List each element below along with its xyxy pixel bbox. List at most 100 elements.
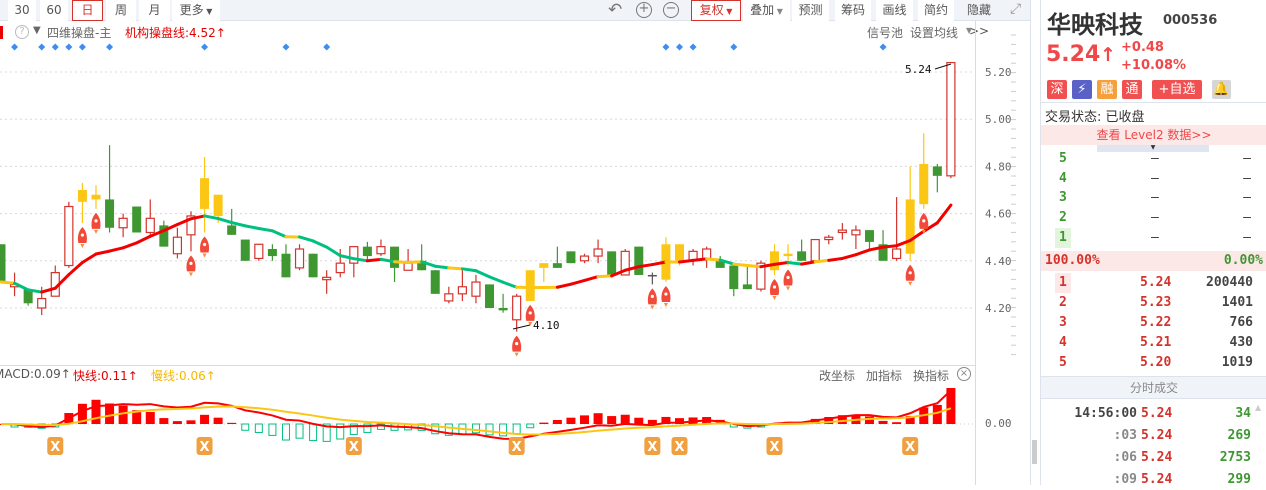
buy-volume: 766 bbox=[1230, 313, 1253, 333]
candle-body bbox=[458, 287, 466, 294]
undo-icon[interactable]: ↶ bbox=[608, 0, 622, 20]
institution-line-segment bbox=[110, 248, 124, 251]
change-axis-button[interactable]: 改坐标 bbox=[819, 367, 855, 384]
hide-button[interactable]: 隐藏>> bbox=[958, 0, 1000, 21]
draw-line-button[interactable]: 画线 bbox=[876, 0, 913, 21]
candle-body bbox=[729, 266, 738, 290]
macd-bar bbox=[310, 424, 317, 441]
sell-ratio: 0.00% bbox=[1224, 251, 1263, 271]
institution-line-segment bbox=[300, 237, 314, 241]
chips-button[interactable]: 筹码 bbox=[835, 0, 871, 21]
forecast-button[interactable]: 预测 bbox=[792, 0, 829, 21]
buy-row: 15.24200440 bbox=[1041, 273, 1266, 293]
x-signal-icon: X bbox=[644, 437, 660, 455]
buy-level: 5 bbox=[1055, 353, 1071, 373]
more-label: 更多 bbox=[180, 3, 204, 17]
macd-bar bbox=[186, 420, 195, 424]
institution-line-segment bbox=[639, 265, 653, 267]
period-60[interactable]: 60 bbox=[40, 0, 68, 21]
institution-line-segment bbox=[774, 262, 788, 264]
period-month[interactable]: 月 bbox=[139, 0, 170, 21]
buy-ratio: 100.00% bbox=[1045, 251, 1100, 271]
kline-chart[interactable]: 5.205.004.804.604.404.205.244.10XXXXXXXX bbox=[0, 21, 1030, 485]
signal-diamond-icon bbox=[65, 44, 72, 51]
rocket-icon bbox=[784, 270, 793, 291]
institution-line-segment bbox=[245, 226, 259, 229]
svg-text:X: X bbox=[905, 440, 915, 455]
period-week[interactable]: 周 bbox=[106, 0, 136, 21]
bell-icon[interactable]: 🔔 bbox=[1212, 80, 1231, 99]
rocket-icon bbox=[78, 227, 87, 248]
sell-volume: — bbox=[1243, 169, 1251, 189]
macd-bar bbox=[527, 424, 534, 428]
candle-body bbox=[703, 249, 711, 258]
x-signal-icon: X bbox=[197, 437, 213, 455]
x-signal-icon: X bbox=[47, 437, 63, 455]
sell-row: 2—— bbox=[1041, 208, 1266, 228]
level2-link[interactable]: 查看 Level2 数据>> bbox=[1041, 125, 1266, 145]
fuquan-label: 复权 bbox=[700, 3, 724, 17]
buy-level: 4 bbox=[1055, 333, 1071, 353]
signal-diamond-icon bbox=[690, 44, 697, 51]
connect-badge[interactable]: 通 bbox=[1122, 80, 1142, 99]
price-axis-label: 5.00 bbox=[985, 113, 1012, 126]
lightning-icon[interactable]: ⚡ bbox=[1072, 80, 1092, 99]
trade-time: :06 bbox=[1114, 448, 1137, 468]
switch-indicator-button[interactable]: 换指标 bbox=[913, 367, 949, 384]
macd-bar bbox=[91, 400, 100, 424]
candle-body bbox=[363, 247, 372, 256]
candle-body bbox=[431, 270, 440, 294]
add-indicator-button[interactable]: 加指标 bbox=[866, 367, 902, 384]
candle-body bbox=[743, 284, 752, 289]
macd-bar bbox=[296, 424, 303, 438]
buy-volume: 430 bbox=[1230, 333, 1253, 353]
chart-toolbar: 30 60 日 周 月 更多 ▼ ↶ + − 复权 ▼ 叠加 ▼ 预测 筹码 画… bbox=[0, 0, 1030, 21]
margin-badge[interactable]: 融 bbox=[1097, 80, 1117, 99]
trade-time: :03 bbox=[1114, 426, 1137, 446]
sell-price: — bbox=[1151, 228, 1159, 248]
splitter[interactable] bbox=[1030, 0, 1040, 485]
institution-line-segment bbox=[272, 231, 286, 237]
simple-button[interactable]: 简约 bbox=[918, 0, 954, 21]
institution-line-segment bbox=[218, 219, 232, 223]
rocket-icon bbox=[91, 213, 100, 234]
close-icon[interactable]: × bbox=[957, 367, 971, 381]
institution-line-segment bbox=[585, 277, 599, 281]
candle-body bbox=[350, 247, 358, 264]
add-watchlist-button[interactable]: +自选 bbox=[1152, 80, 1202, 99]
signal-diamond-icon bbox=[52, 44, 59, 51]
macd-bar bbox=[621, 415, 630, 424]
macd-bar bbox=[472, 424, 479, 433]
period-day[interactable]: 日 bbox=[72, 0, 103, 21]
trade-row: :035.24269 bbox=[1041, 426, 1266, 446]
price-axis-label: 4.60 bbox=[985, 208, 1012, 221]
zoom-in-icon[interactable]: + bbox=[636, 2, 652, 18]
trade-price: 5.24 bbox=[1141, 470, 1172, 490]
buy-row: 25.231401 bbox=[1041, 293, 1266, 313]
stock-name: 华映科技 bbox=[1047, 5, 1143, 40]
more-dropdown[interactable]: 更多 ▼ bbox=[172, 0, 220, 21]
candle-body bbox=[404, 263, 412, 270]
fullscreen-icon[interactable]: ⤢ bbox=[1010, 1, 1021, 17]
trade-volume: 2753 bbox=[1220, 448, 1251, 468]
divider bbox=[1041, 102, 1266, 103]
sell-price: — bbox=[1151, 188, 1159, 208]
trade-price: 5.24 bbox=[1141, 426, 1172, 446]
trade-price: 5.24 bbox=[1141, 404, 1172, 424]
market-sz-badge[interactable]: 深 bbox=[1047, 80, 1067, 99]
candle-body bbox=[607, 251, 616, 275]
overlay-dropdown[interactable]: 叠加 ▼ bbox=[743, 0, 790, 21]
svg-text:X: X bbox=[200, 440, 210, 455]
splitter-handle[interactable] bbox=[1032, 440, 1037, 464]
candle-body bbox=[173, 237, 181, 254]
candle-body bbox=[906, 199, 915, 253]
macd-bar bbox=[607, 416, 616, 424]
signal-diamond-icon bbox=[79, 44, 86, 51]
candle-body bbox=[648, 275, 657, 277]
sell-row: 5—— bbox=[1041, 149, 1266, 169]
last-price: 5.24 bbox=[1046, 42, 1100, 67]
period-30[interactable]: 30 bbox=[8, 0, 36, 21]
fuquan-dropdown[interactable]: 复权 ▼ bbox=[691, 0, 741, 21]
zoom-out-icon[interactable]: − bbox=[663, 2, 679, 18]
macd-bar bbox=[580, 415, 589, 424]
